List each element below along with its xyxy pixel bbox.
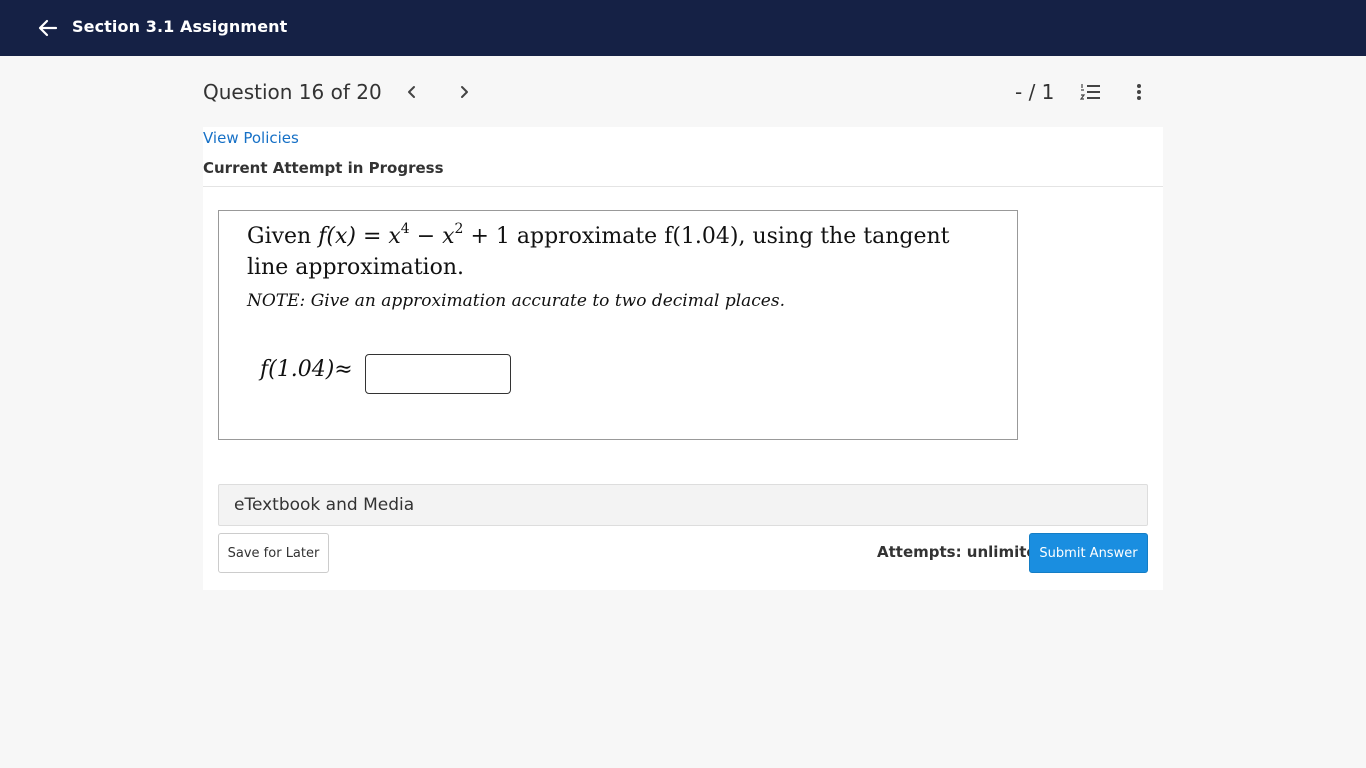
view-policies-link[interactable]: View Policies: [203, 129, 299, 147]
top-bar: Section 3.1 Assignment: [0, 0, 1366, 56]
question-given: Given: [247, 224, 319, 249]
numbered-list-icon[interactable]: [1079, 80, 1103, 104]
question-exponent-4: 4: [400, 221, 410, 237]
attempt-status: Current Attempt in Progress: [203, 159, 444, 177]
arrow-left-icon[interactable]: [36, 16, 60, 40]
answer-input[interactable]: [365, 354, 511, 394]
save-for-later-button[interactable]: Save for Later: [218, 533, 329, 573]
question-content: View Policies Current Attempt in Progres…: [203, 127, 1163, 590]
etextbook-media-panel[interactable]: eTextbook and Media: [218, 484, 1148, 526]
submit-answer-button[interactable]: Submit Answer: [1029, 533, 1148, 573]
question-expression: (x) = x: [326, 224, 401, 249]
answer-label: f(1.04)≈: [260, 357, 353, 382]
question-text-line2: line approximation.: [247, 255, 465, 280]
chevron-right-icon-svg: [461, 86, 468, 98]
question-expression-end: + 1 approximate f(1.04), using the tange…: [463, 224, 950, 249]
question-box: Given f(x) = x4 − x2 + 1 approximate f(1…: [218, 210, 1018, 440]
question-navigation: Question 16 of 20 - / 1: [0, 56, 1366, 127]
question-counter: Question 16 of 20: [203, 80, 382, 104]
attempts-count: Attempts: unlimited: [877, 543, 1048, 561]
question-expression-mid: − x: [409, 224, 455, 249]
more-vertical-icon-svg: [1137, 84, 1141, 100]
question-note: NOTE: Give an approximation accurate to …: [247, 291, 785, 311]
more-vertical-icon[interactable]: [1127, 80, 1151, 104]
question-text-line1: Given f(x) = x4 − x2 + 1 approximate f(1…: [247, 221, 949, 249]
chevron-left-icon[interactable]: [400, 80, 424, 104]
numbered-list-icon-svg: [1080, 84, 1100, 100]
assignment-title: Section 3.1 Assignment: [72, 17, 288, 36]
chevron-left-icon-svg: [408, 86, 415, 98]
etextbook-media-label: eTextbook and Media: [234, 495, 415, 515]
divider: [203, 186, 1163, 187]
arrow-left-icon-svg: [38, 19, 58, 37]
chevron-right-icon[interactable]: [452, 80, 476, 104]
score-display: - / 1: [1015, 80, 1055, 104]
